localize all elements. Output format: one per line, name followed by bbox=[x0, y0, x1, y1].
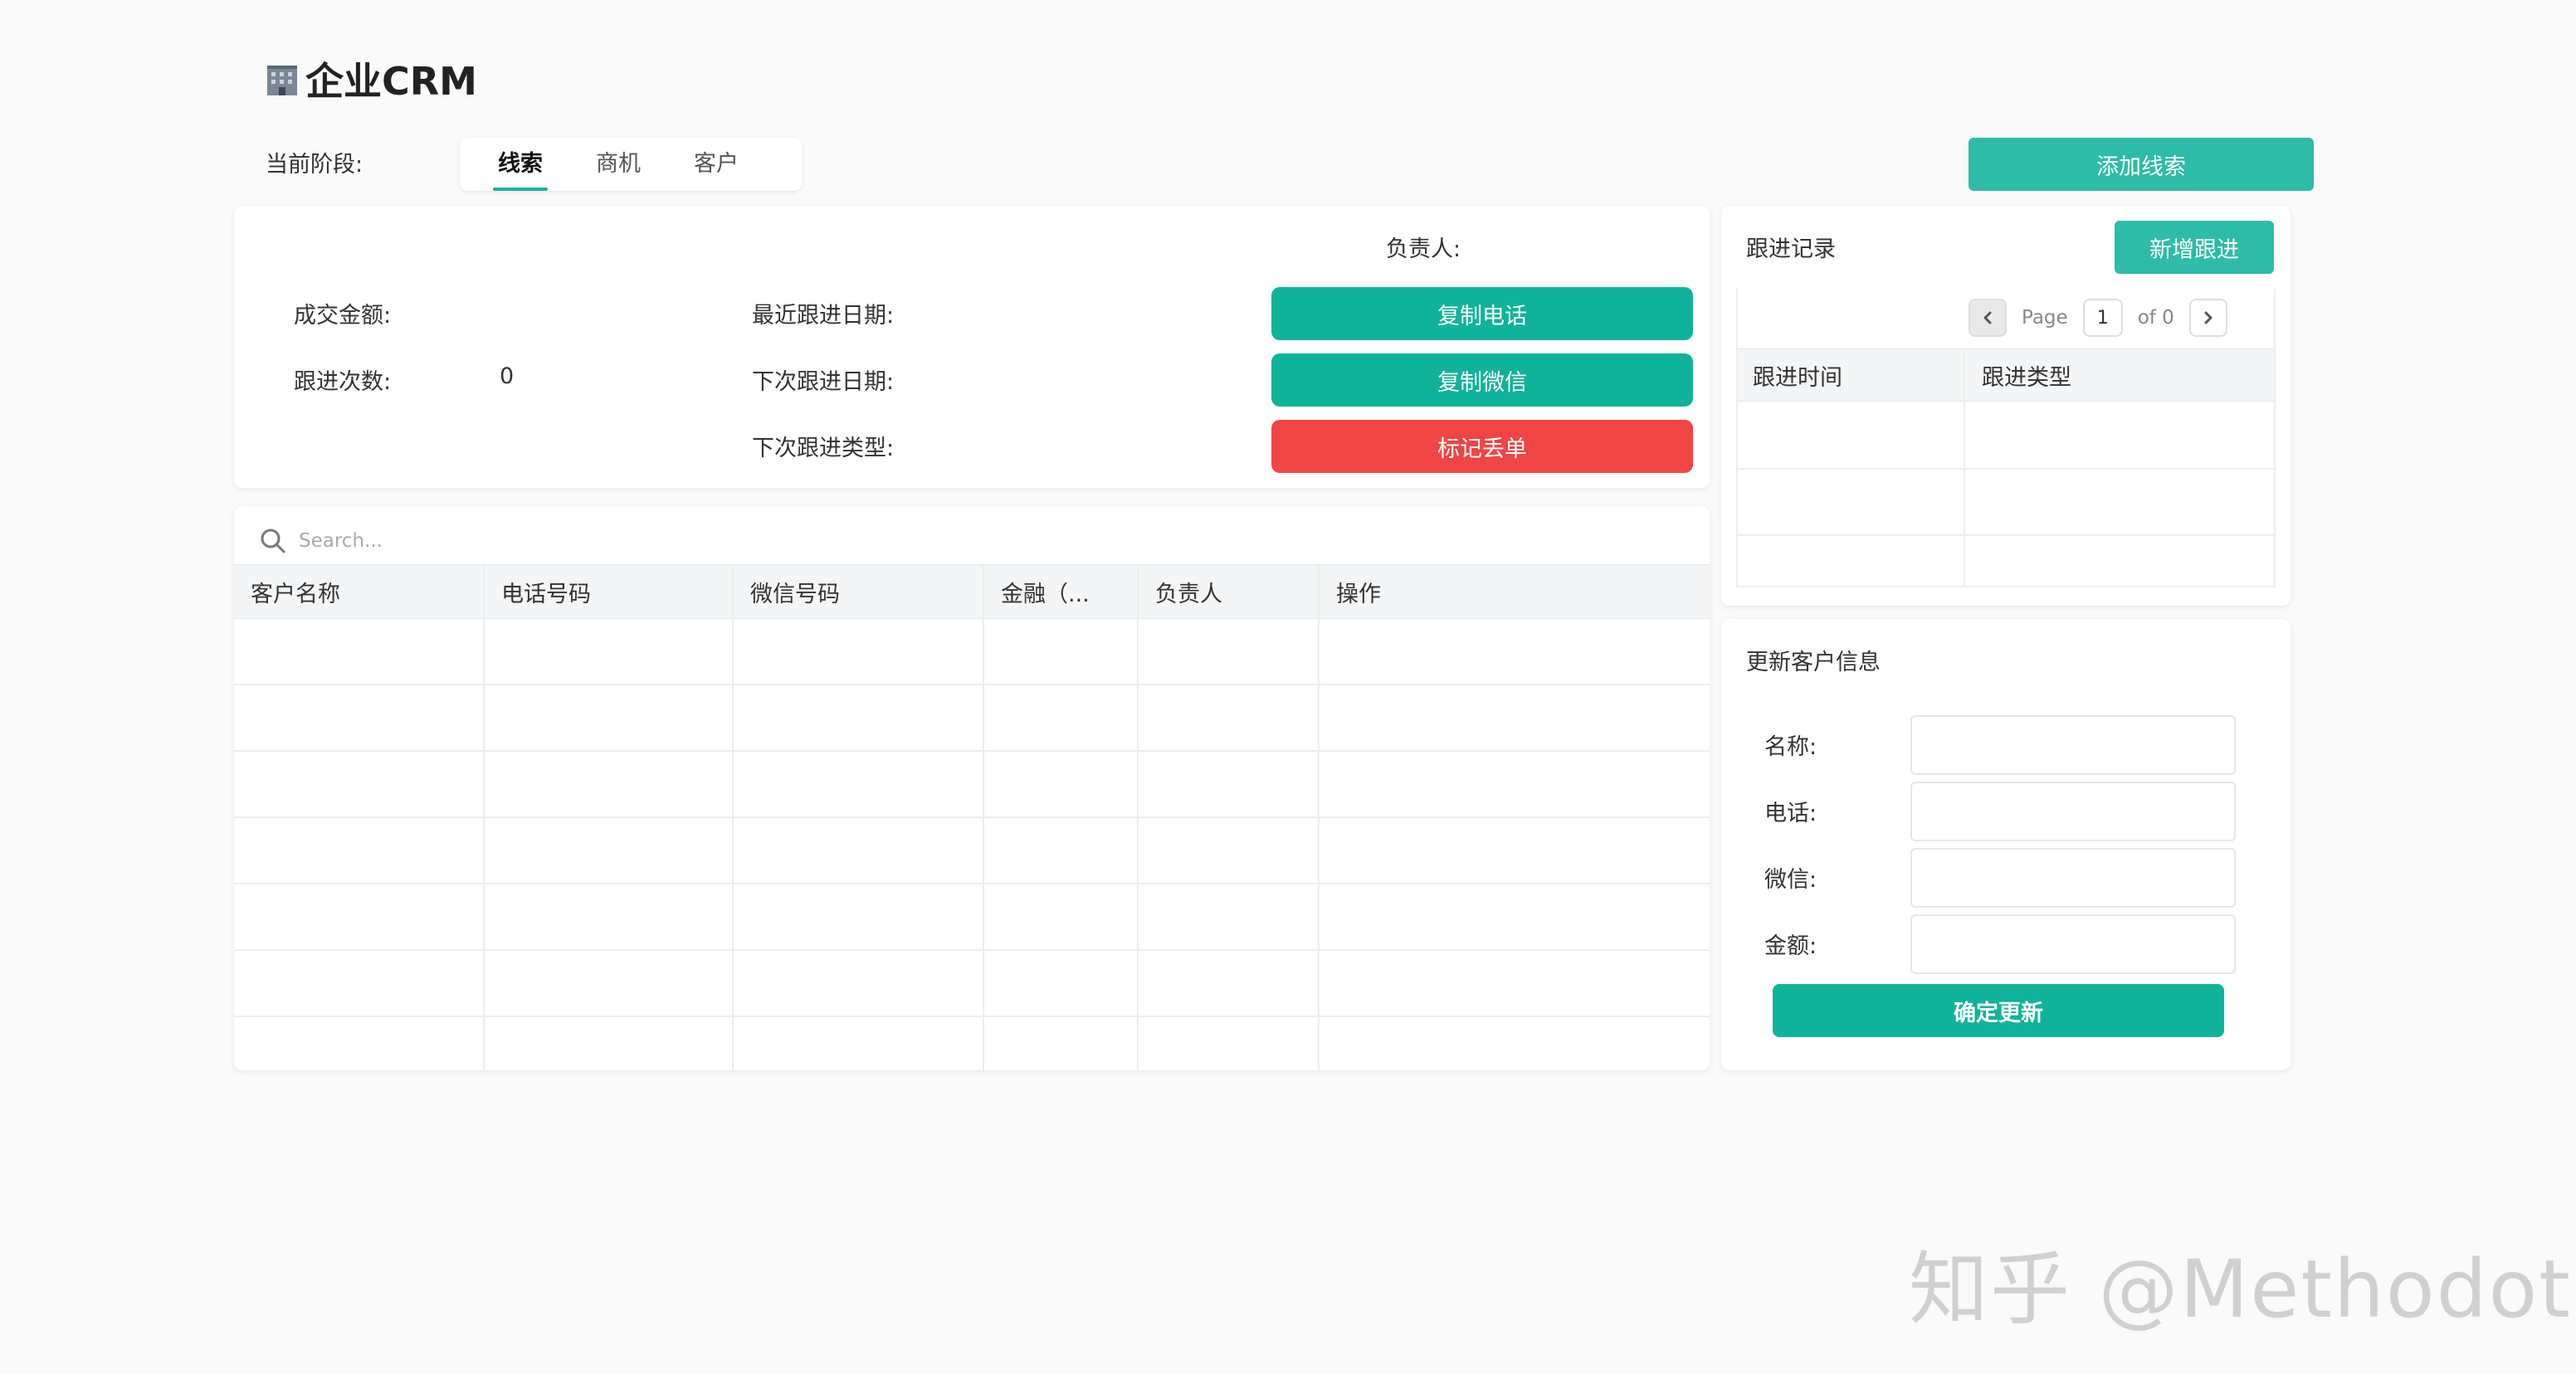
watermark: 知乎 @Methodot bbox=[1909, 1243, 2572, 1336]
column-header[interactable]: 电话号码 bbox=[485, 565, 591, 618]
last-followup-date-label: 最近跟进日期: bbox=[752, 303, 895, 329]
amount-label: 金额: bbox=[1764, 933, 1817, 959]
name-label: 名称: bbox=[1764, 734, 1817, 760]
wechat-label: 微信: bbox=[1764, 867, 1817, 893]
chevron-left-icon bbox=[1983, 311, 1992, 324]
column-header[interactable]: 微信号码 bbox=[734, 565, 840, 618]
followup-count-label: 跟进次数: bbox=[294, 369, 392, 395]
lead-detail-card: 负责人: 成交金额: 跟进次数: 0 最近跟进日期: 下次跟进日期: 下次跟进类… bbox=[234, 206, 1710, 488]
page-total-label: of 0 bbox=[2137, 307, 2174, 329]
column-header[interactable]: 客户名称 bbox=[234, 565, 340, 618]
column-header[interactable]: 跟进类型 bbox=[1965, 349, 2071, 401]
leads-table-header: 客户名称 电话号码 微信号码 金融（... 负责人 操作 bbox=[234, 564, 1710, 619]
wechat-input[interactable] bbox=[1910, 848, 2236, 908]
amount-label: 成交金额: bbox=[294, 303, 392, 329]
grid-line bbox=[234, 883, 1710, 884]
column-header[interactable]: 负责人 bbox=[1139, 565, 1222, 618]
next-page-button[interactable] bbox=[2188, 299, 2227, 337]
grid-line bbox=[1736, 468, 2276, 470]
add-lead-button[interactable]: 添加线索 bbox=[1969, 138, 2314, 191]
next-followup-date-label: 下次跟进日期: bbox=[752, 369, 895, 395]
tab-customers[interactable]: 客户 bbox=[694, 138, 739, 191]
update-customer-card: 更新客户信息 名称: 电话: 微信: 金额: 确定更新 bbox=[1721, 619, 2291, 1070]
followup-count-value: 0 bbox=[500, 363, 515, 389]
grid-line bbox=[1736, 289, 1738, 587]
column-header[interactable]: 操作 bbox=[1320, 565, 1381, 618]
app-title-text: 企业CRM bbox=[305, 59, 477, 104]
followup-title: 跟进记录 bbox=[1746, 236, 1836, 262]
name-input[interactable] bbox=[1910, 715, 2236, 775]
followup-table-header: 跟进时间 跟进类型 bbox=[1736, 348, 2276, 402]
chevron-right-icon bbox=[2204, 311, 2213, 324]
next-followup-type-label: 下次跟进类型: bbox=[752, 436, 895, 461]
search-input[interactable] bbox=[299, 530, 797, 552]
owner-label: 负责人: bbox=[1386, 236, 1461, 262]
confirm-update-button[interactable]: 确定更新 bbox=[1773, 984, 2224, 1037]
prev-page-button[interactable] bbox=[1969, 299, 2007, 337]
copy-phone-button[interactable]: 复制电话 bbox=[1271, 287, 1693, 340]
leads-table-card: 客户名称 电话号码 微信号码 金融（... 负责人 操作 bbox=[234, 506, 1710, 1070]
add-followup-button[interactable]: 新增跟进 bbox=[2115, 221, 2274, 274]
followup-card: 跟进记录 新增跟进 Page of 0 跟进时间 跟进类型 bbox=[1721, 206, 2291, 606]
update-form-title: 更新客户信息 bbox=[1746, 650, 1881, 675]
phone-label: 电话: bbox=[1764, 801, 1817, 826]
amount-input[interactable] bbox=[1910, 914, 2236, 974]
column-header[interactable]: 跟进时间 bbox=[1736, 349, 1842, 401]
grid-line bbox=[1736, 586, 2276, 587]
column-header[interactable]: 金融（... bbox=[984, 565, 1090, 618]
stage-label: 当前阶段: bbox=[266, 152, 363, 178]
search-bar bbox=[259, 518, 797, 564]
phone-input[interactable] bbox=[1910, 782, 2236, 841]
search-icon bbox=[261, 529, 285, 553]
grid-line bbox=[2274, 289, 2276, 587]
stage-tabs: 线索 商机 客户 bbox=[460, 138, 802, 191]
grid-line bbox=[234, 750, 1710, 752]
mark-lost-button[interactable]: 标记丢单 bbox=[1271, 420, 1693, 473]
grid-line bbox=[234, 1016, 1710, 1017]
grid-line bbox=[234, 949, 1710, 951]
grid-line bbox=[234, 684, 1710, 685]
office-building-icon bbox=[267, 66, 297, 95]
app-title: 企业CRM bbox=[264, 51, 477, 106]
followup-pager: Page of 0 bbox=[1969, 299, 2227, 337]
tab-leads[interactable]: 线索 bbox=[493, 138, 548, 191]
grid-line bbox=[1736, 534, 2276, 536]
grid-line bbox=[234, 816, 1710, 818]
copy-wechat-button[interactable]: 复制微信 bbox=[1271, 353, 1693, 407]
tab-opportunities[interactable]: 商机 bbox=[596, 138, 641, 191]
page-number-input[interactable] bbox=[2082, 299, 2123, 337]
page-label: Page bbox=[2022, 307, 2068, 329]
